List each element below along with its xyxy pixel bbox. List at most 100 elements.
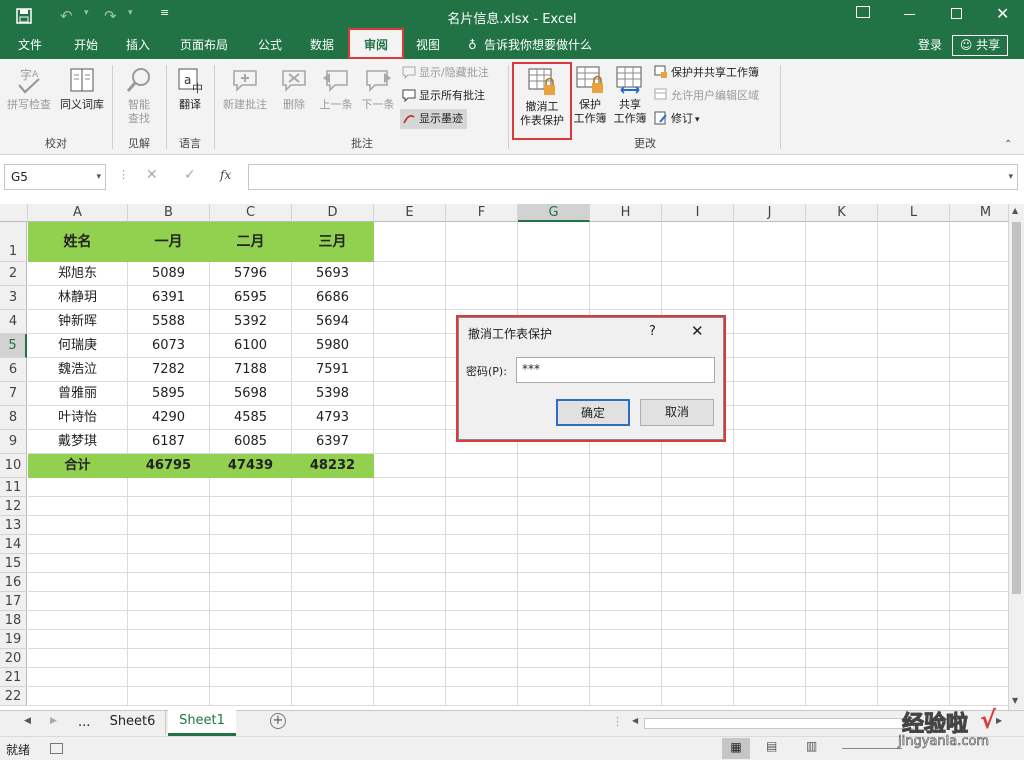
- cell-g19[interactable]: [518, 630, 590, 649]
- smart-lookup-button[interactable]: 智能 查找: [116, 65, 162, 126]
- cell-b12[interactable]: [128, 497, 210, 516]
- tab-home[interactable]: 开始: [64, 32, 108, 59]
- cell-d7[interactable]: 5398: [292, 382, 374, 406]
- cell-d1[interactable]: 三月: [292, 222, 374, 262]
- cell-b19[interactable]: [128, 630, 210, 649]
- cell-a4[interactable]: 钟新晖: [28, 310, 128, 334]
- cell-h12[interactable]: [590, 497, 662, 516]
- row-header-15[interactable]: 15: [0, 554, 27, 573]
- cell-e10[interactable]: [374, 454, 446, 478]
- macro-record-icon[interactable]: [50, 743, 63, 754]
- cell-c15[interactable]: [210, 554, 292, 573]
- cancel-button[interactable]: 取消: [640, 399, 714, 426]
- cell-g13[interactable]: [518, 516, 590, 535]
- column-header-i[interactable]: I: [662, 204, 734, 222]
- cell-k15[interactable]: [806, 554, 878, 573]
- cell-k9[interactable]: [806, 430, 878, 454]
- cell-c20[interactable]: [210, 649, 292, 668]
- cell-d10[interactable]: 48232: [292, 454, 374, 478]
- cell-e21[interactable]: [374, 668, 446, 687]
- cell-h1[interactable]: [590, 222, 662, 262]
- cell-d18[interactable]: [292, 611, 374, 630]
- cell-g18[interactable]: [518, 611, 590, 630]
- row-header-13[interactable]: 13: [0, 516, 27, 535]
- cell-k18[interactable]: [806, 611, 878, 630]
- cell-i20[interactable]: [662, 649, 734, 668]
- confirm-entry-icon[interactable]: ✓: [184, 167, 196, 183]
- cell-h3[interactable]: [590, 286, 662, 310]
- column-header-m[interactable]: M: [950, 204, 1008, 222]
- cell-a12[interactable]: [28, 497, 128, 516]
- cell-j19[interactable]: [734, 630, 806, 649]
- name-box[interactable]: G5 ▾: [4, 164, 106, 190]
- row-header-11[interactable]: 11: [0, 478, 27, 497]
- cell-j13[interactable]: [734, 516, 806, 535]
- cell-b8[interactable]: 4290: [128, 406, 210, 430]
- cell-m12[interactable]: [950, 497, 1008, 516]
- cell-k12[interactable]: [806, 497, 878, 516]
- cell-e8[interactable]: [374, 406, 446, 430]
- cell-h10[interactable]: [590, 454, 662, 478]
- tab-file[interactable]: 文件: [8, 32, 52, 59]
- cell-e12[interactable]: [374, 497, 446, 516]
- cell-b14[interactable]: [128, 535, 210, 554]
- cell-k21[interactable]: [806, 668, 878, 687]
- unprotect-sheet-button[interactable]: 撤消工 作表保护: [512, 62, 572, 140]
- cell-f19[interactable]: [446, 630, 518, 649]
- cell-l3[interactable]: [878, 286, 950, 310]
- formula-input[interactable]: ▾: [248, 164, 1018, 190]
- insert-function-icon[interactable]: fx: [220, 168, 231, 182]
- cell-a8[interactable]: 叶诗怡: [28, 406, 128, 430]
- chevron-down-icon[interactable]: ▾: [96, 165, 101, 189]
- cell-k10[interactable]: [806, 454, 878, 478]
- cell-k8[interactable]: [806, 406, 878, 430]
- cell-c5[interactable]: 6100: [210, 334, 292, 358]
- cell-c19[interactable]: [210, 630, 292, 649]
- cell-c4[interactable]: 5392: [210, 310, 292, 334]
- show-all-comments-button[interactable]: 显示所有批注: [402, 86, 485, 106]
- next-comment-button[interactable]: 下一条: [358, 65, 398, 112]
- cell-f14[interactable]: [446, 535, 518, 554]
- cancel-entry-icon[interactable]: ✕: [146, 167, 158, 183]
- row-header-17[interactable]: 17: [0, 592, 27, 611]
- cell-g14[interactable]: [518, 535, 590, 554]
- cell-g20[interactable]: [518, 649, 590, 668]
- cell-g11[interactable]: [518, 478, 590, 497]
- cell-a5[interactable]: 何瑞庚: [28, 334, 128, 358]
- cell-e15[interactable]: [374, 554, 446, 573]
- cell-h17[interactable]: [590, 592, 662, 611]
- cell-l14[interactable]: [878, 535, 950, 554]
- cell-e2[interactable]: [374, 262, 446, 286]
- cell-i17[interactable]: [662, 592, 734, 611]
- cell-d2[interactable]: 5693: [292, 262, 374, 286]
- page-break-view-icon[interactable]: ▥: [806, 739, 817, 753]
- cell-e6[interactable]: [374, 358, 446, 382]
- cell-k3[interactable]: [806, 286, 878, 310]
- cell-e9[interactable]: [374, 430, 446, 454]
- scroll-up-icon[interactable]: ▲: [1012, 206, 1018, 215]
- cell-e18[interactable]: [374, 611, 446, 630]
- cell-l5[interactable]: [878, 334, 950, 358]
- show-ink-button[interactable]: 显示墨迹: [400, 109, 467, 129]
- select-all-corner[interactable]: [0, 204, 28, 222]
- cell-j4[interactable]: [734, 310, 806, 334]
- cell-f2[interactable]: [446, 262, 518, 286]
- cell-c14[interactable]: [210, 535, 292, 554]
- cell-d22[interactable]: [292, 687, 374, 706]
- scroll-tabs-left-icon[interactable]: ◀: [24, 716, 31, 726]
- cell-a13[interactable]: [28, 516, 128, 535]
- cell-h22[interactable]: [590, 687, 662, 706]
- cell-a20[interactable]: [28, 649, 128, 668]
- expand-formula-icon[interactable]: ▾: [1008, 165, 1013, 189]
- cell-b7[interactable]: 5895: [128, 382, 210, 406]
- cell-h21[interactable]: [590, 668, 662, 687]
- cell-d11[interactable]: [292, 478, 374, 497]
- cell-e14[interactable]: [374, 535, 446, 554]
- column-header-k[interactable]: K: [806, 204, 878, 222]
- cell-e17[interactable]: [374, 592, 446, 611]
- cell-f22[interactable]: [446, 687, 518, 706]
- cell-c21[interactable]: [210, 668, 292, 687]
- protect-workbook-button[interactable]: 保护 工作簿: [572, 65, 608, 126]
- cell-j1[interactable]: [734, 222, 806, 262]
- cell-m15[interactable]: [950, 554, 1008, 573]
